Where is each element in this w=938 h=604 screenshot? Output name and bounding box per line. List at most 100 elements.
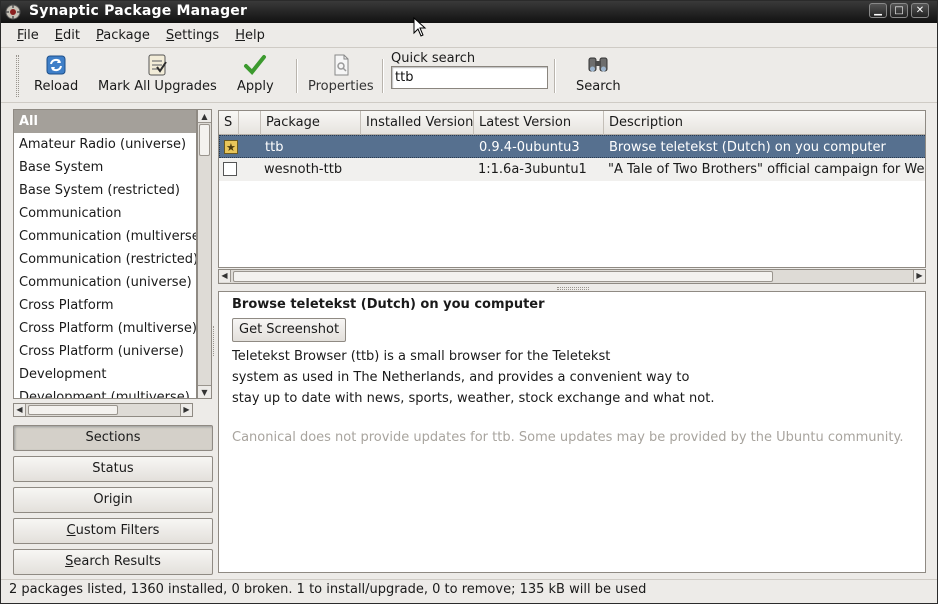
scrollbar-thumb[interactable]: [199, 124, 210, 156]
description-line: stay up to date with news, sports, weath…: [232, 391, 715, 406]
package-name-cell: ttb: [265, 140, 284, 155]
latest-version-cell: 0.9.4-0ubuntu3: [479, 140, 580, 155]
section-item[interactable]: Cross Platform (universe): [14, 340, 196, 363]
scrollbar-thumb[interactable]: [233, 271, 773, 282]
column-header-package[interactable]: Package: [261, 111, 361, 135]
menu-edit[interactable]: Edit: [47, 28, 88, 43]
section-item[interactable]: Communication (restricted): [14, 248, 196, 271]
table-horizontal-scrollbar[interactable]: ◀ ▶: [218, 269, 926, 284]
search-results-label: earch Results: [73, 554, 161, 569]
properties-button[interactable]: Properties: [308, 53, 374, 94]
minimize-button[interactable]: ▁: [869, 3, 887, 18]
get-screenshot-button[interactable]: Get Screenshot: [232, 318, 347, 342]
sections-horizontal-scrollbar[interactable]: ◀ ▶: [13, 403, 193, 417]
synaptic-app-icon[interactable]: [5, 4, 21, 20]
mark-all-upgrades-label: Mark All Upgrades: [98, 79, 217, 94]
menu-file-label: ile: [23, 28, 39, 43]
toolbar: Reload Mark All Upgrades Apply Propertie…: [1, 49, 937, 103]
binoculars-icon: [588, 57, 608, 72]
pane-resize-handle[interactable]: [213, 326, 216, 356]
scroll-right-arrow-icon[interactable]: ▶: [913, 270, 925, 282]
scroll-left-arrow-icon[interactable]: ◀: [14, 404, 26, 416]
menu-edit-label: dit: [63, 28, 80, 43]
section-item[interactable]: Development (multiverse): [14, 386, 196, 398]
column-header-support[interactable]: [239, 111, 261, 135]
menu-bar: File Edit Package Settings Help: [1, 24, 937, 48]
scroll-right-arrow-icon[interactable]: ▶: [180, 404, 192, 416]
quick-search-input[interactable]: [391, 66, 548, 89]
toolbar-separator: [554, 59, 556, 93]
section-item[interactable]: Development: [14, 363, 196, 386]
sections-list[interactable]: All Amateur Radio (universe) Base System…: [13, 109, 197, 399]
package-table[interactable]: S Package Installed Version Latest Versi…: [218, 110, 926, 268]
table-header: S Package Installed Version Latest Versi…: [219, 111, 925, 135]
close-button[interactable]: ✕: [911, 3, 929, 18]
search-button[interactable]: Search: [576, 53, 621, 94]
menu-settings-label: ettings: [174, 28, 220, 43]
scroll-left-arrow-icon[interactable]: ◀: [219, 270, 231, 282]
window-title: Synaptic Package Manager: [29, 3, 248, 19]
scroll-down-arrow-icon[interactable]: ▼: [198, 385, 211, 398]
menu-package-label: ackage: [103, 28, 150, 43]
menu-help[interactable]: Help: [227, 28, 273, 43]
column-header-installed-version[interactable]: Installed Version: [361, 111, 474, 135]
latest-version-cell: 1:1.6a-3ubuntu1: [478, 162, 587, 177]
reload-label: Reload: [34, 79, 79, 94]
maximize-button[interactable]: □: [890, 3, 908, 18]
section-item[interactable]: Communication (universe): [14, 271, 196, 294]
install-marked-checkbox[interactable]: [224, 136, 238, 159]
checkmark-icon: [244, 55, 267, 75]
column-header-latest-version[interactable]: Latest Version: [474, 111, 604, 135]
menu-edit-accel: E: [54, 28, 63, 43]
search-results-button[interactable]: Search Results: [13, 549, 213, 575]
apply-label: Apply: [237, 79, 274, 94]
title-bar[interactable]: Synaptic Package Manager ▁ □ ✕: [1, 1, 937, 23]
description-line: system as used in The Netherlands, and p…: [232, 370, 690, 385]
table-row[interactable]: wesnoth-ttb 1:1.6a-3ubuntu1 "A Tale of T…: [219, 158, 926, 181]
toolbar-grip[interactable]: [16, 55, 19, 97]
package-details-panel: Browse teletekst (Dutch) on you computer…: [218, 291, 926, 573]
origin-filter-button[interactable]: Origin: [13, 487, 213, 513]
sections-vertical-scrollbar[interactable]: ▲ ▼: [197, 109, 212, 399]
sections-filter-button[interactable]: Sections: [13, 425, 213, 451]
scroll-up-arrow-icon[interactable]: ▲: [198, 110, 211, 123]
menu-settings[interactable]: Settings: [158, 28, 227, 43]
details-description: Teletekst Browser (ttb) is a small brows…: [232, 346, 912, 409]
section-item[interactable]: Amateur Radio (universe): [14, 133, 196, 156]
menu-settings-accel: S: [165, 28, 175, 43]
mark-upgrades-icon: [148, 54, 168, 76]
description-line: Teletekst Browser (ttb) is a small brows…: [232, 349, 611, 364]
mark-all-upgrades-button[interactable]: Mark All Upgrades: [98, 53, 217, 94]
menu-help-label: elp: [245, 28, 265, 43]
section-item[interactable]: Communication: [14, 202, 196, 225]
properties-icon: [334, 54, 349, 76]
custom-filters-accel: C: [66, 523, 76, 538]
section-item[interactable]: Cross Platform (multiverse): [14, 317, 196, 340]
pane-resize-handle[interactable]: [557, 287, 589, 290]
quick-search-label: Quick search: [391, 51, 476, 66]
section-item[interactable]: Base System: [14, 156, 196, 179]
window-controls: ▁ □ ✕: [869, 3, 929, 18]
toolbar-separator: [296, 59, 298, 93]
column-header-status[interactable]: S: [219, 111, 239, 135]
section-item[interactable]: Cross Platform: [14, 294, 196, 317]
table-row[interactable]: ttb 0.9.4-0ubuntu3 Browse teletekst (Dut…: [219, 135, 925, 159]
status-bar: 2 packages listed, 1360 installed, 0 bro…: [1, 579, 937, 599]
reload-button[interactable]: Reload: [34, 53, 78, 94]
package-checkbox[interactable]: [223, 162, 237, 176]
custom-filters-button[interactable]: Custom Filters: [13, 518, 213, 544]
search-label: Search: [576, 79, 621, 94]
apply-button[interactable]: Apply: [237, 53, 274, 94]
column-header-description[interactable]: Description: [604, 111, 925, 135]
properties-label: Properties: [308, 79, 374, 94]
description-cell: Browse teletekst (Dutch) on you computer: [609, 140, 886, 155]
section-item[interactable]: Communication (multiverse): [14, 225, 196, 248]
status-filter-button[interactable]: Status: [13, 456, 213, 482]
package-name-cell: wesnoth-ttb: [264, 162, 343, 177]
menu-package[interactable]: Package: [88, 28, 158, 43]
scrollbar-thumb[interactable]: [28, 405, 118, 415]
section-item[interactable]: Base System (restricted): [14, 179, 196, 202]
description-cell: "A Tale of Two Brothers" official campai…: [608, 162, 926, 177]
section-item-all[interactable]: All: [14, 110, 196, 133]
menu-file[interactable]: File: [9, 28, 47, 43]
